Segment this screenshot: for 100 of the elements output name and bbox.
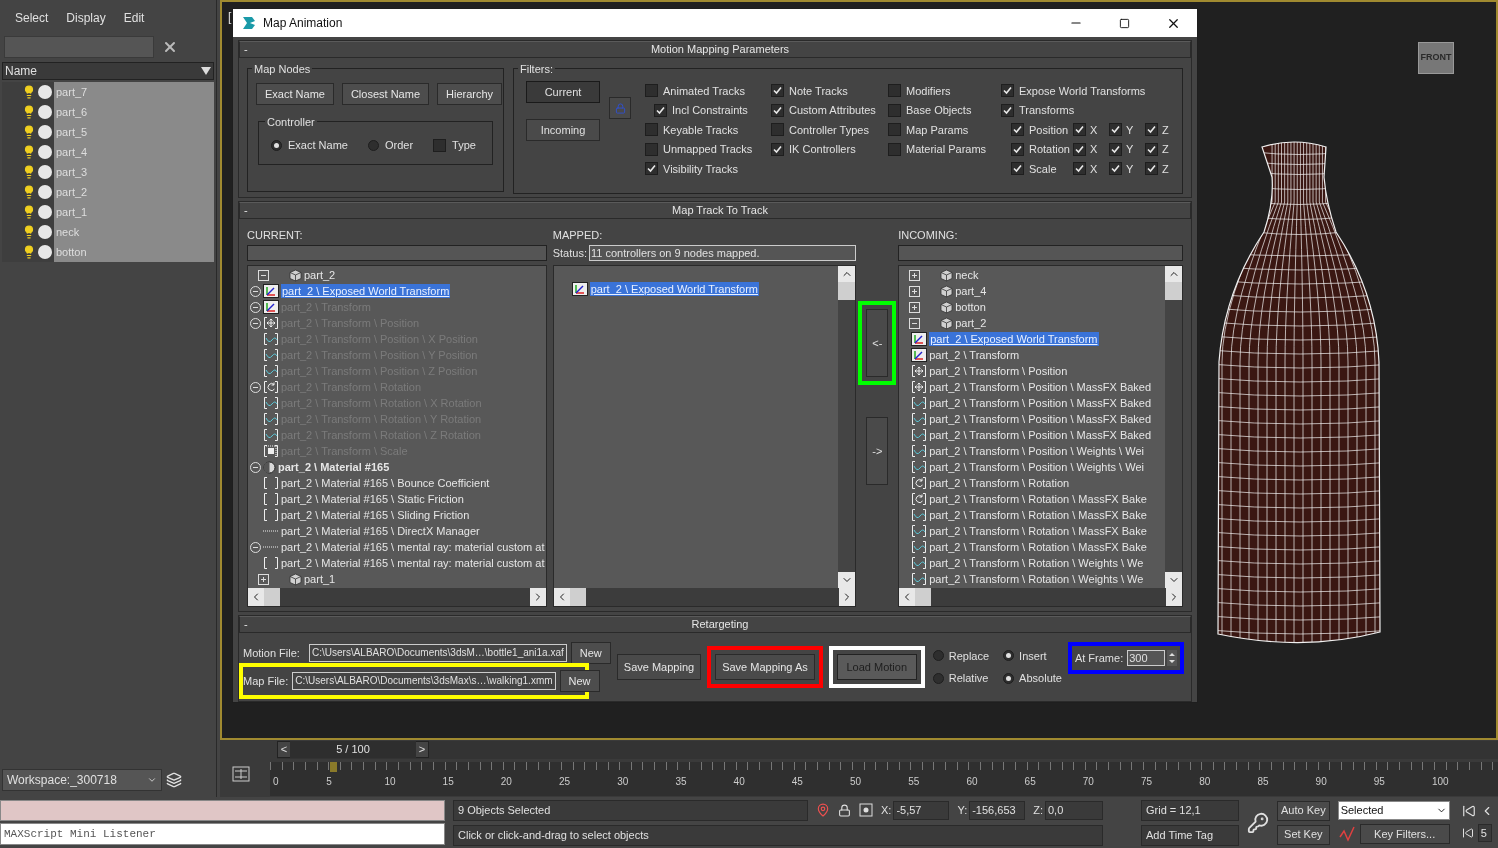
radio-button[interactable] [932, 672, 944, 684]
track-label[interactable]: part_2 \ Transform \ Rotation \ Weights \ We [929, 572, 1144, 586]
action-button[interactable]: Save Mapping As [715, 654, 815, 681]
filter-label[interactable]: Map Params [906, 121, 969, 138]
track-label[interactable]: part_2 \ Transform \ Position \ MassFX Baked [929, 428, 1152, 442]
collapse-toggle[interactable] [909, 317, 921, 329]
track-label[interactable]: part_2 \ Transform \ Rotation \ Weights \ We [929, 556, 1144, 570]
collapse-toggle[interactable] [250, 461, 261, 473]
auto-key-button[interactable]: Auto Key [1277, 800, 1330, 821]
filter-label[interactable]: Transforms [1019, 102, 1075, 119]
time-slider-thumb[interactable]: < 5 / 100 > [277, 741, 429, 758]
collapse-sign[interactable]: - [244, 616, 254, 633]
filter-label[interactable]: Expose World Transforms [1019, 82, 1146, 99]
filter-label[interactable]: Incl Constraints [672, 102, 748, 119]
light-bulb-icon[interactable] [22, 125, 36, 139]
next-frame-button[interactable]: > [416, 741, 428, 758]
track-label[interactable]: part_2 \ Transform [929, 348, 1020, 362]
track-label[interactable]: part_2 \ Transform \ Position \ MassFX Baked [929, 412, 1152, 426]
option-label[interactable]: Order [384, 137, 414, 154]
filter-label[interactable]: Base Objects [906, 102, 972, 119]
expand-toggle[interactable] [909, 301, 921, 313]
expand-toggle[interactable] [909, 269, 921, 281]
track-label[interactable]: part_2 \ Material #165 \ Static Friction [281, 492, 464, 506]
scroll-thumb[interactable] [838, 282, 856, 300]
light-bulb-icon[interactable] [22, 225, 36, 239]
axis-label[interactable]: X [1090, 121, 1098, 138]
viewport[interactable] [220, 0, 1498, 740]
checkbox[interactable] [645, 142, 658, 156]
checkbox[interactable] [888, 103, 901, 117]
column-header[interactable]: Name [2, 62, 214, 80]
key-icon[interactable] [1247, 811, 1269, 834]
track-label[interactable]: part_2 \ Material #165 \ mental ray: material custom at [281, 556, 545, 570]
rollout-header[interactable]: - Motion Mapping Parameters [239, 41, 1191, 58]
add-time-tag-button[interactable]: Add Time Tag [1141, 824, 1239, 846]
option-label[interactable]: Type [452, 137, 476, 154]
set-key-button[interactable]: Set Key [1277, 824, 1330, 845]
coordinate-field[interactable]: -5,57 [893, 800, 950, 820]
menu-item[interactable]: Display [66, 9, 106, 27]
filter-label[interactable]: Animated Tracks [663, 82, 745, 99]
viewport-label[interactable]: [ [228, 8, 232, 26]
horizontal-scrollbar[interactable] [553, 588, 856, 606]
checkbox[interactable] [1073, 123, 1086, 137]
track-label[interactable]: part_2 \ Transform \ Rotation \ MassFX Bake [929, 524, 1147, 538]
track-label[interactable]: part_2 \ Exposed World Transform [281, 284, 451, 298]
checkbox[interactable] [654, 103, 667, 117]
collapse-sign[interactable]: - [244, 41, 254, 58]
filter-label[interactable]: Unmapped Tracks [663, 141, 753, 158]
map-arrow-button[interactable]: -> [866, 417, 889, 485]
track-label[interactable]: part_2 [955, 316, 987, 330]
radio-button[interactable] [271, 139, 282, 151]
axis-label[interactable]: Y [1126, 121, 1134, 138]
new-button[interactable]: New [559, 670, 600, 692]
track-label[interactable]: part_2 \ Transform \ Rotation \ MassFX Bake [929, 492, 1147, 506]
axis-label[interactable]: X [1090, 160, 1098, 177]
track-label[interactable]: neck [955, 268, 979, 282]
checkbox[interactable] [1001, 103, 1014, 117]
listener-input-field[interactable]: MAXScript Mini Listener [0, 823, 445, 845]
lock-icon[interactable] [838, 803, 851, 817]
filter-mode-button[interactable]: Current [526, 81, 600, 103]
spinner-arrows-icon[interactable] [1167, 650, 1178, 666]
track-label[interactable]: part_2 \ Transform \ Position \ MassFX Baked [929, 396, 1152, 410]
filter-field[interactable] [898, 245, 1183, 261]
vertical-scrollbar[interactable] [1165, 266, 1182, 588]
collapse-toggle[interactable] [250, 541, 261, 553]
option-label[interactable]: Absolute [1019, 670, 1062, 687]
checkbox[interactable] [1109, 162, 1122, 176]
light-bulb-icon[interactable] [22, 185, 36, 199]
filter-label[interactable]: Keyable Tracks [663, 121, 739, 138]
file-path-field[interactable]: C:\Users\ALBARO\Documents\3dsM…\bottle1_ani1a.xaf [309, 644, 567, 662]
map-arrow-button[interactable]: <- [866, 309, 889, 377]
axis-label[interactable]: Y [1126, 160, 1134, 177]
workspace-dropdown[interactable]: Workspace:_300718 [2, 769, 162, 791]
checkbox[interactable] [1145, 162, 1158, 176]
checkbox[interactable] [645, 123, 658, 137]
track-label[interactable]: part_2 \ Transform \ Position \ Weights \ Wei [929, 444, 1144, 458]
axis-label[interactable]: Z [1162, 160, 1169, 177]
checkbox[interactable] [1011, 142, 1024, 156]
filter-label[interactable]: Modifiers [906, 82, 951, 99]
new-button[interactable]: New [570, 642, 611, 664]
checkbox[interactable] [888, 123, 901, 137]
checkbox[interactable] [1011, 123, 1024, 137]
radio-button[interactable] [932, 650, 944, 662]
checkbox[interactable] [771, 84, 784, 98]
option-label[interactable]: Relative [948, 670, 989, 687]
collapse-toggle[interactable] [250, 285, 261, 297]
vertical-scrollbar[interactable] [838, 266, 856, 588]
track-label[interactable]: part_2 \ Transform \ Position \ MassFX Baked [929, 380, 1152, 394]
track-label[interactable]: part_2 \ Exposed World Transform [589, 282, 760, 296]
time-slider-track[interactable]: < 5 / 100 > [277, 741, 1498, 759]
radio-button[interactable] [1003, 650, 1015, 662]
checkbox[interactable] [1145, 142, 1158, 156]
key-filters-button[interactable]: Key Filters... [1359, 824, 1450, 844]
track-label[interactable]: part_2 \ Material #165 \ DirectX Manager [281, 524, 480, 538]
track-label[interactable]: part_2 \ Transform \ Position \ Weights \ Wei [929, 460, 1144, 474]
action-button[interactable]: Save Mapping [616, 654, 702, 680]
track-label[interactable]: part_2 \ Material #165 \ mental ray: material custom at [281, 540, 545, 554]
scroll-thumb[interactable] [1165, 282, 1182, 300]
axis-label[interactable]: X [1090, 141, 1098, 158]
track-label[interactable]: part_2 [304, 268, 336, 282]
track-label[interactable]: part_2 \ Transform \ Rotation \ MassFX Bake [929, 540, 1147, 554]
